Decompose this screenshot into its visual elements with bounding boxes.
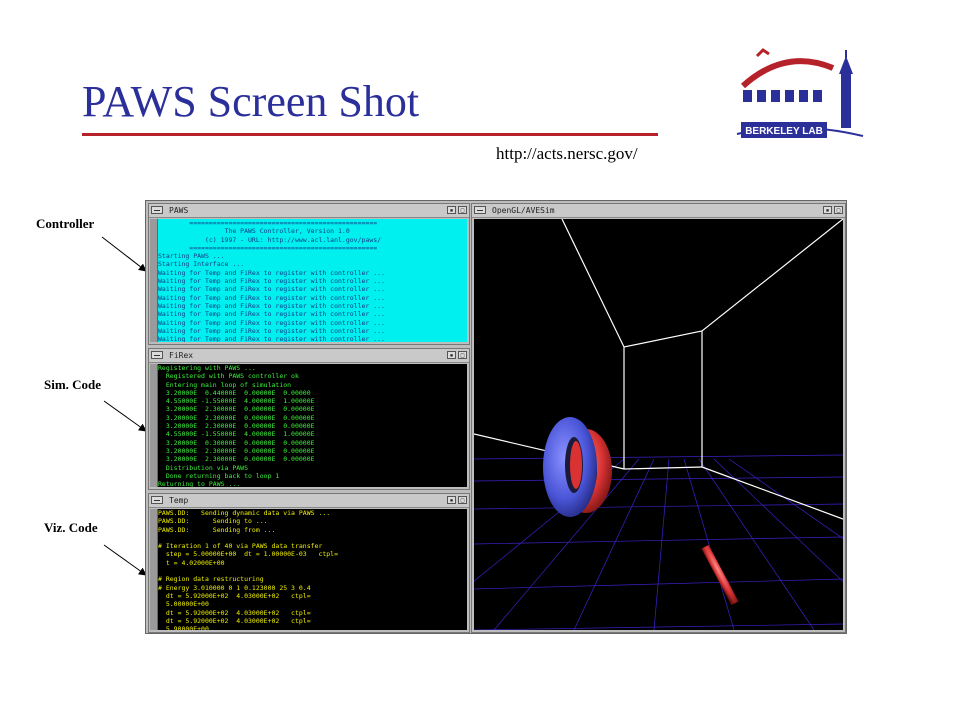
sim-console-line: 3.20000E 2.30000E 0.00000E 0.00000E xyxy=(158,405,315,414)
viz-console-line: dt = 5.92000E+02 4.03000E+02 ctpl= xyxy=(158,591,311,600)
sim-console-line: 3.20000E 0.30000E 0.00000E 0.00000E xyxy=(158,438,315,447)
sim-console-line: Registered with PAWS controller ok xyxy=(158,372,299,381)
maximize-icon[interactable]: □ xyxy=(834,206,843,214)
maximize-icon[interactable]: □ xyxy=(458,496,467,504)
sim-console-line: Entering main loop of simulation xyxy=(158,380,292,389)
sim-console-line: 3.20000E 2.30000E 0.00000E 0.00000E xyxy=(158,455,315,464)
sim-scrollbar[interactable] xyxy=(150,364,158,487)
controller-window-title: PAWS xyxy=(169,206,189,215)
viewer-window-title: OpenGL/AVESim xyxy=(492,206,555,215)
controller-console[interactable]: ========================================… xyxy=(158,219,467,342)
logo-text: BERKELEY LAB xyxy=(745,126,823,137)
viz-console-line xyxy=(158,534,467,542)
maximize-icon[interactable]: □ xyxy=(458,206,467,214)
minimize-icon[interactable]: ▪ xyxy=(823,206,832,214)
window-menu-icon[interactable] xyxy=(474,206,486,214)
viz-code-label: Viz. Code xyxy=(44,520,98,535)
controller-console-line: Waiting for Temp and FiRex to register w… xyxy=(158,268,385,277)
controller-console-line: Starting PAWS ... xyxy=(158,252,225,261)
controller-console-line: Waiting for Temp and FiRex to register w… xyxy=(158,310,385,319)
viz-console-line: dt = 5.92000E+02 4.03000E+02 ctpl= xyxy=(158,608,311,617)
controller-console-line: Waiting for Temp and FiRex to register w… xyxy=(158,293,385,302)
minimize-icon[interactable]: ▪ xyxy=(447,351,456,359)
controller-console-line: Waiting for Temp and FiRex to register w… xyxy=(158,335,385,342)
controller-arrow xyxy=(101,236,147,272)
viz-console-line: # Iteration 1 of 40 via PAWS data transf… xyxy=(158,542,323,551)
slide-url[interactable]: http://acts.nersc.gov/ xyxy=(496,144,638,164)
sim-console-line: Distribution via PAWS xyxy=(158,463,249,472)
viz-console-line xyxy=(158,567,467,575)
controller-console-line: Waiting for Temp and FiRex to register w… xyxy=(158,301,385,310)
controller-console-line: Waiting for Temp and FiRex to register w… xyxy=(158,285,385,294)
sim-console[interactable]: Registering with PAWS ... Registered wit… xyxy=(158,364,467,487)
controller-console-line: ========================================… xyxy=(158,219,378,227)
controller-console-line: ========================================… xyxy=(158,243,378,252)
sim-console-line: 3.20000E 0.44000E 0.00000E 0.00000 xyxy=(158,388,311,397)
sim-code-label: Sim. Code xyxy=(44,377,102,392)
viz-titlebar[interactable]: Temp ▪ □ xyxy=(149,494,469,508)
viz-console[interactable]: PAWS.DD: Sending dynamic data via PAWS .… xyxy=(158,509,467,630)
viz-console-line: 5.90000E+00 xyxy=(158,625,209,630)
floor-grid xyxy=(474,454,843,630)
sim-titlebar[interactable]: FiRex ▪ □ xyxy=(149,349,469,363)
sim-console-line: 3.20000E 2.30000E 0.00000E 0.00000E xyxy=(158,446,315,455)
sim-console-line: Returning to PAWS ... xyxy=(158,480,241,487)
controller-console-line: Waiting for Temp and FiRex to register w… xyxy=(158,277,385,286)
controller-console-line: (c) 1997 - URL: http://www.acl.lanl.gov/… xyxy=(158,235,382,244)
controller-scrollbar[interactable] xyxy=(150,219,158,342)
3d-viewer-window: OpenGL/AVESim ▪ □ xyxy=(471,203,846,633)
viz-console-line: PAWS.DD: Sending dynamic data via PAWS .… xyxy=(158,509,331,517)
controller-titlebar[interactable]: PAWS ▪ □ xyxy=(149,204,469,218)
room-wireframe xyxy=(474,219,843,520)
slide-title: PAWS Screen Shot xyxy=(82,77,420,126)
sim-console-line: 3.20000E 2.30000E 0.00000E 0.00000E xyxy=(158,413,315,422)
viz-scrollbar[interactable] xyxy=(150,509,158,630)
title-underline xyxy=(82,133,658,136)
sim-console-line: Done returning back to loop 1 xyxy=(158,471,280,480)
3d-scene-canvas[interactable] xyxy=(474,219,843,630)
minimize-icon[interactable]: ▪ xyxy=(447,496,456,504)
window-menu-icon[interactable] xyxy=(151,351,163,359)
window-menu-icon[interactable] xyxy=(151,206,163,214)
maximize-icon[interactable]: □ xyxy=(458,351,467,359)
berkeley-lab-logo: BERKELEY LAB xyxy=(735,46,875,144)
viz-console-line: # Energy 3.010000 0 1 0.123000 25 3 0.4 xyxy=(158,583,311,592)
minimize-icon[interactable]: ▪ xyxy=(447,206,456,214)
controller-window: PAWS ▪ □ ===============================… xyxy=(148,203,470,345)
sim-code-window: FiRex ▪ □ Registering with PAWS ... Regi… xyxy=(148,348,470,490)
sim-console-line: Registering with PAWS ... xyxy=(158,364,256,372)
viz-code-window: Temp ▪ □ PAWS.DD: Sending dynamic data v… xyxy=(148,493,470,633)
viz-console-line: # Region data restructuring xyxy=(158,575,264,584)
blue-torus xyxy=(543,417,597,517)
viz-console-line: t = 4.02000E+00 xyxy=(158,558,225,567)
sim-code-arrow xyxy=(103,400,147,432)
viz-code-arrow xyxy=(103,544,147,576)
controller-console-line: Waiting for Temp and FiRex to register w… xyxy=(158,326,385,335)
paws-desktop-screenshot: PAWS ▪ □ ===============================… xyxy=(145,200,847,634)
controller-console-line: The PAWS Controller, Version 1.0 xyxy=(158,227,350,236)
sim-console-line: 3.20000E 2.30000E 0.00000E 0.00000E xyxy=(158,422,315,431)
viz-console-line: step = 5.00000E+00 dt = 1.00000E-03 ctpl… xyxy=(158,550,339,559)
red-bar xyxy=(701,544,739,606)
viz-console-line: PAWS.DD: Sending to ... xyxy=(158,517,268,526)
window-menu-icon[interactable] xyxy=(151,496,163,504)
viz-console-line: PAWS.DD: Sending from ... xyxy=(158,525,276,534)
controller-label: Controller xyxy=(36,216,95,231)
viewer-titlebar[interactable]: OpenGL/AVESim ▪ □ xyxy=(472,204,845,218)
sim-console-line: 4.55000E -1.55000E 4.00000E 1.00000E xyxy=(158,397,315,406)
sim-window-title: FiRex xyxy=(169,351,194,360)
viz-console-line: 5.00000E+00 xyxy=(158,600,209,609)
viz-window-title: Temp xyxy=(169,496,189,505)
controller-console-line: Starting Interface ... xyxy=(158,260,245,269)
viz-console-line: dt = 5.92000E+02 4.03000E+02 ctpl= xyxy=(158,616,311,625)
controller-console-line: Waiting for Temp and FiRex to register w… xyxy=(158,318,385,327)
sim-console-line: 4.55000E -1.55000E 4.00000E 1.00000E xyxy=(158,430,315,439)
